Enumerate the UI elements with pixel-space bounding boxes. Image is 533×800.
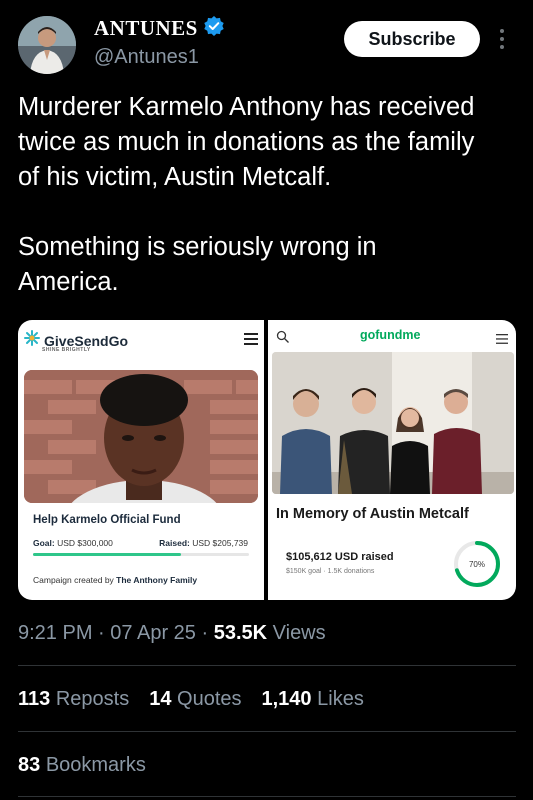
raised-label: Raised: [159, 538, 190, 548]
gofundme-screenshot[interactable]: gofundme In Memory of Austin Metcalf $10… [268, 320, 516, 600]
tweet-media[interactable]: GiveSendGo SHINE BRIGHTLY Help Karmelo O… [18, 320, 516, 600]
goal-progress-fill [33, 553, 182, 556]
views-label: Views [272, 622, 326, 644]
givesendgo-screenshot[interactable]: GiveSendGo SHINE BRIGHTLY Help Karmelo O… [18, 320, 264, 600]
created-prefix: Campaign created by [33, 575, 117, 585]
tweet-meta: 9:21 PM · 07 Apr 25 · 53.5K Views [18, 622, 326, 645]
gofundme-logo: gofundme [360, 328, 421, 342]
menu-icon [496, 332, 508, 344]
divider [18, 796, 516, 797]
goal-and-donations: $150K goal · 1.5K donations [286, 568, 374, 575]
verified-badge-icon [204, 16, 224, 41]
author-handle[interactable]: @Antunes1 [94, 46, 199, 69]
raised-text: Raised: USD $205,739 [159, 538, 248, 548]
divider [18, 665, 516, 666]
amount-raised: $105,612 USD raised [286, 551, 394, 563]
created-by: The Anthony Family [116, 575, 198, 585]
menu-icon [244, 332, 258, 346]
tweet-header: ANTUNES @Antunes1 Subscribe [18, 14, 518, 78]
meta-dot: · [201, 622, 209, 644]
reposts-stat[interactable]: 113 Reposts [18, 688, 129, 711]
views-count: 53.5K [213, 622, 268, 644]
reposts-count: 113 [18, 688, 51, 710]
tweet-date[interactable]: 07 Apr 25 [110, 622, 196, 644]
givesendgo-logo-icon [24, 330, 40, 351]
karmelo-photo [24, 370, 258, 503]
likes-label: Likes [317, 688, 364, 710]
quotes-label: Quotes [177, 688, 242, 710]
more-options-icon[interactable] [496, 26, 508, 52]
search-icon [276, 330, 290, 344]
fund-title: Help Karmelo Official Fund [33, 514, 181, 526]
progress-ring: 70% [452, 539, 502, 589]
divider [18, 731, 516, 732]
quotes-stat[interactable]: 14 Quotes [149, 688, 241, 711]
tweet-time[interactable]: 9:21 PM [18, 622, 92, 644]
reposts-label: Reposts [55, 688, 130, 710]
likes-count: 1,140 [261, 688, 312, 710]
donations-count: 1.5K donations [327, 568, 375, 575]
goal-amount: $150K goal [286, 568, 322, 575]
progress-percent: 70% [469, 560, 485, 569]
goal-row: Goal: USD $300,000 Raised: USD $205,739 [33, 538, 248, 548]
goal-text: Goal: USD $300,000 [33, 538, 113, 548]
raised-value: USD $205,739 [192, 538, 248, 548]
goal-value: USD $300,000 [57, 538, 113, 548]
engagement-stats: 113 Reposts 14 Quotes 1,140 Likes [18, 688, 364, 711]
campaign-creator: Campaign created by The Anthony Family [33, 575, 197, 585]
subscribe-button[interactable]: Subscribe [344, 21, 480, 57]
bookmarks-label: Bookmarks [45, 754, 146, 776]
bookmarks-count: 83 [18, 754, 41, 776]
avatar[interactable] [18, 16, 76, 74]
tweet-text: Murderer Karmelo Anthony has received tw… [18, 93, 475, 296]
separator-dot: · [323, 568, 326, 575]
bookmarks-stat[interactable]: 83 Bookmarks [18, 754, 146, 777]
metcalf-family-photo [272, 352, 514, 494]
likes-stat[interactable]: 1,140 Likes [262, 688, 364, 711]
meta-dot: · [98, 622, 105, 644]
campaign-title: In Memory of Austin Metcalf [276, 506, 469, 522]
goal-label: Goal: [33, 538, 55, 548]
goal-progress-bar [33, 553, 249, 556]
author-name[interactable]: ANTUNES [94, 16, 198, 41]
author-name-row[interactable]: ANTUNES [94, 16, 224, 41]
quotes-count: 14 [149, 688, 172, 710]
givesendgo-tagline: SHINE BRIGHTLY [42, 347, 91, 353]
